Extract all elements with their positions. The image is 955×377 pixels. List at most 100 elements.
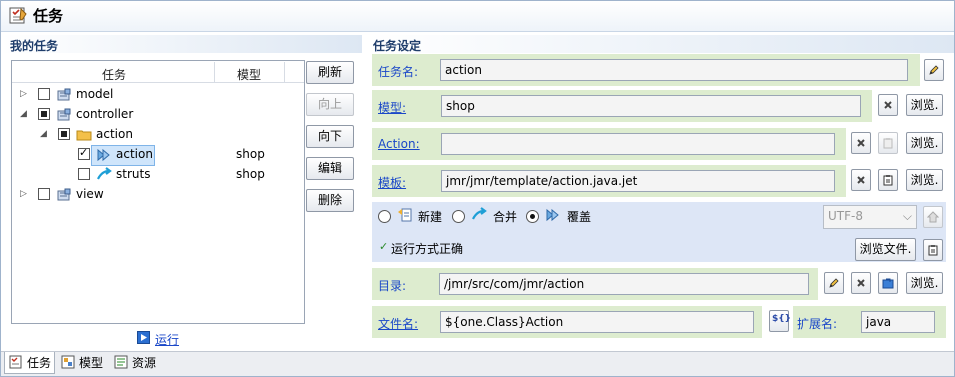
clipboard-icon bbox=[928, 245, 938, 256]
copy-status-button[interactable] bbox=[923, 239, 943, 261]
action-input[interactable] bbox=[441, 133, 835, 155]
folder-open-icon bbox=[882, 278, 894, 289]
move-up-button[interactable]: 向上 bbox=[306, 93, 354, 116]
tree-row[interactable]: ▷ model bbox=[20, 85, 305, 105]
window-title: 任务 bbox=[33, 7, 64, 25]
clear-icon bbox=[857, 176, 865, 184]
tree-item-label: struts bbox=[116, 167, 151, 181]
model-input[interactable]: shop bbox=[441, 95, 861, 117]
run-link[interactable]: 运行 bbox=[155, 331, 179, 348]
move-down-button[interactable]: 向下 bbox=[306, 125, 354, 148]
tree-item-label: action bbox=[96, 127, 133, 141]
encoding-select[interactable]: UTF-8 ⌵ bbox=[823, 205, 917, 229]
encoding-settings-button[interactable] bbox=[923, 206, 943, 228]
model-link[interactable]: 模型: bbox=[378, 99, 406, 116]
clear-directory-button[interactable] bbox=[851, 272, 871, 294]
mode-radio-new[interactable] bbox=[378, 210, 391, 223]
tree-checkbox[interactable] bbox=[78, 168, 90, 180]
browse-template-button[interactable]: 浏览. bbox=[906, 169, 943, 191]
merge-arrow-icon bbox=[472, 207, 487, 220]
task-name-input[interactable]: action bbox=[440, 59, 908, 81]
edit-button[interactable]: 编辑 bbox=[306, 157, 354, 180]
edit-task-name-button[interactable] bbox=[924, 59, 944, 81]
tree-row[interactable]: action shop bbox=[60, 145, 305, 165]
title-bar bbox=[1, 1, 954, 32]
filename-input[interactable]: ${one.Class}Action bbox=[440, 311, 754, 333]
template-link[interactable]: 模板: bbox=[378, 174, 406, 191]
extension-row: 扩展名: java bbox=[793, 306, 946, 338]
insert-variable-button[interactable]: ${} bbox=[769, 310, 792, 332]
tab-resource-label: 资源 bbox=[132, 356, 157, 370]
filename-row: 文件名: ${one.Class}Action bbox=[372, 306, 762, 338]
encoding-value: UTF-8 bbox=[828, 209, 863, 223]
refresh-button[interactable]: 刷新 bbox=[306, 61, 354, 84]
tree-item-label: model bbox=[76, 87, 114, 101]
tab-model-label: 模型 bbox=[79, 356, 104, 370]
tree-checkbox[interactable] bbox=[38, 88, 50, 100]
browse-model-button[interactable]: 浏览. bbox=[906, 94, 943, 116]
tree-checkbox[interactable] bbox=[78, 146, 90, 160]
mode-label-merge: 合并 bbox=[493, 210, 518, 224]
task-settings-title: 任务设定 bbox=[373, 39, 422, 53]
right-section-header bbox=[366, 35, 954, 53]
column-divider[interactable] bbox=[214, 62, 215, 82]
variable-icon: ${} bbox=[772, 314, 792, 324]
clipboard-icon bbox=[883, 138, 893, 149]
tree-header: 任务 模型 bbox=[12, 61, 304, 83]
collapse-icon[interactable]: ◢ bbox=[40, 129, 47, 139]
expand-icon[interactable]: ▷ bbox=[20, 89, 27, 99]
mode-radio-merge[interactable] bbox=[452, 210, 465, 223]
run-icon[interactable] bbox=[137, 331, 150, 344]
tree-item-model: shop bbox=[236, 147, 265, 161]
tree-row[interactable]: ▷ view bbox=[20, 185, 305, 205]
check-icon: ✓ bbox=[379, 240, 389, 253]
tree-row[interactable]: ◢ controller bbox=[20, 105, 305, 125]
copy-action-button[interactable] bbox=[878, 132, 898, 154]
edit-directory-button[interactable] bbox=[824, 272, 844, 294]
collapse-icon[interactable]: ◢ bbox=[20, 109, 27, 119]
column-header-model[interactable]: 模型 bbox=[237, 66, 261, 83]
open-directory-button[interactable] bbox=[878, 272, 898, 294]
model-row: 模型: shop bbox=[372, 90, 872, 122]
clear-action-button[interactable] bbox=[851, 132, 871, 154]
tab-model[interactable]: 模型 bbox=[57, 352, 108, 374]
directory-row: 目录: /jmr/src/com/jmr/action bbox=[372, 268, 818, 300]
browse-directory-button[interactable]: 浏览. bbox=[906, 272, 943, 294]
tree-item-label: action bbox=[116, 147, 153, 161]
directory-input[interactable]: /jmr/src/com/jmr/action bbox=[439, 273, 809, 295]
tree-checkbox[interactable] bbox=[58, 128, 70, 140]
tree-row[interactable]: ◢ action bbox=[40, 125, 305, 145]
template-row: 模板: jmr/jmr/template/action.java.jet bbox=[372, 165, 846, 197]
column-header-task[interactable]: 任务 bbox=[102, 66, 126, 83]
home-icon bbox=[927, 211, 939, 223]
tree-checkbox[interactable] bbox=[38, 108, 50, 120]
struts-icon bbox=[96, 167, 112, 183]
extension-input[interactable]: java bbox=[861, 311, 935, 333]
template-input[interactable]: jmr/jmr/template/action.java.jet bbox=[441, 170, 835, 192]
tree-item-label: view bbox=[76, 187, 104, 201]
task-name-label: 任务名: bbox=[378, 65, 419, 79]
column-divider[interactable] bbox=[284, 62, 285, 82]
clear-icon bbox=[857, 279, 865, 287]
chevron-down-icon: ⌵ bbox=[902, 209, 912, 223]
action-link[interactable]: Action: bbox=[378, 137, 420, 151]
tree-checkbox[interactable] bbox=[38, 188, 50, 200]
browse-action-button[interactable]: 浏览. bbox=[906, 132, 943, 154]
mode-radio-overwrite[interactable] bbox=[526, 210, 539, 223]
resource-icon bbox=[114, 355, 128, 369]
clear-icon bbox=[884, 101, 892, 109]
clear-model-button[interactable] bbox=[878, 94, 898, 116]
copy-template-button[interactable] bbox=[878, 169, 898, 191]
action-icon bbox=[96, 147, 112, 163]
my-tasks-title: 我的任务 bbox=[10, 39, 59, 53]
browse-file-button[interactable]: 浏览文件. bbox=[855, 238, 916, 261]
overwrite-icon bbox=[546, 208, 559, 222]
delete-button[interactable]: 删除 bbox=[306, 189, 354, 212]
tab-task[interactable]: 任务 bbox=[4, 352, 55, 374]
tab-task-label: 任务 bbox=[27, 356, 52, 370]
tree-row[interactable]: struts shop bbox=[60, 165, 305, 185]
filename-link[interactable]: 文件名: bbox=[378, 315, 418, 332]
clear-template-button[interactable] bbox=[851, 169, 871, 191]
tab-resource[interactable]: 资源 bbox=[110, 352, 161, 374]
expand-icon[interactable]: ▷ bbox=[20, 189, 27, 199]
